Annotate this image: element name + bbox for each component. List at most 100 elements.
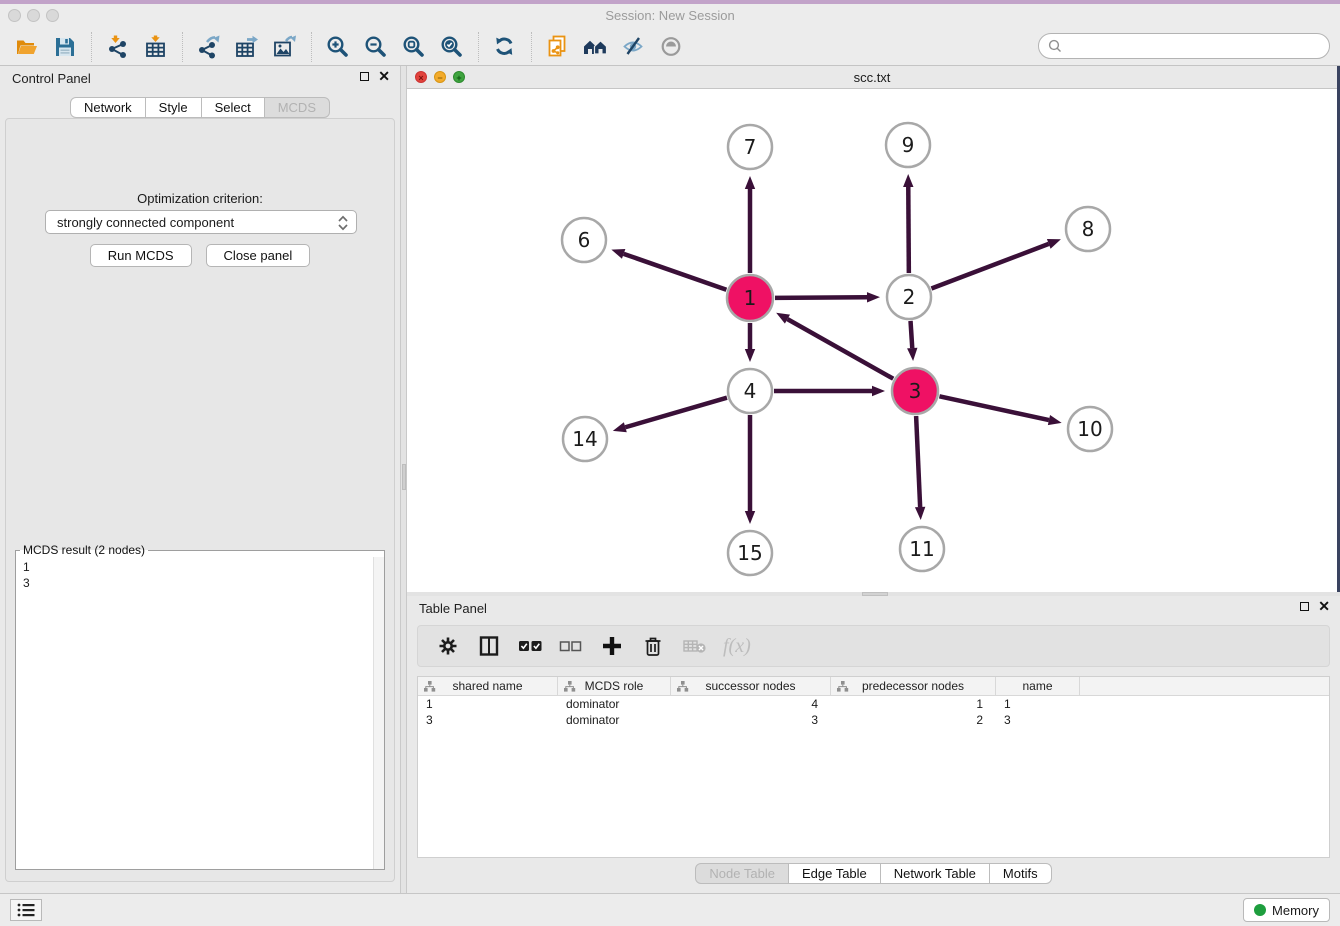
table-row[interactable]: 1dominator411 [418, 696, 1329, 712]
graph-edge-1-2[interactable] [775, 297, 867, 298]
tab-network[interactable]: Network [70, 97, 146, 118]
close-panel-button[interactable]: Close panel [206, 244, 311, 267]
import-network-icon [105, 34, 131, 60]
table-header-row: shared nameMCDS rolesuccessor nodesprede… [418, 677, 1329, 696]
network-canvas[interactable]: 7968124314101511 [407, 90, 1337, 592]
criterion-select[interactable]: strongly connected component [45, 210, 357, 234]
memory-label: Memory [1272, 903, 1319, 918]
show-all-button[interactable] [653, 31, 691, 63]
run-mcds-button[interactable]: Run MCDS [90, 244, 192, 267]
network-window-titlebar: × − + scc.txt [407, 66, 1337, 89]
optimization-criterion-label: Optimization criterion: [6, 191, 394, 206]
column-header-predecessor-nodes[interactable]: predecessor nodes [831, 677, 996, 695]
edge-arrowhead [1048, 415, 1062, 425]
tab-style[interactable]: Style [145, 97, 202, 118]
import-table-button[interactable] [137, 31, 175, 63]
zoom-out-icon [363, 34, 389, 60]
float-panel-icon[interactable] [360, 72, 369, 81]
zoom-in-button[interactable] [319, 31, 357, 63]
table-cell: 3 [996, 713, 1080, 727]
memory-button[interactable]: Memory [1243, 898, 1330, 922]
plus-icon [601, 635, 623, 657]
open-session-button[interactable] [8, 31, 46, 63]
splitter-handle[interactable] [402, 464, 406, 490]
hide-selected-button[interactable] [615, 31, 653, 63]
table-tab-motifs[interactable]: Motifs [989, 863, 1052, 884]
search-box[interactable] [1038, 33, 1330, 59]
graph-edge-1-6[interactable] [624, 254, 727, 290]
graph-edge-3-10[interactable] [939, 396, 1049, 420]
graph-edge-2-8[interactable] [931, 244, 1048, 289]
graph-node-label: 15 [737, 541, 762, 565]
show-columns-button[interactable] [477, 634, 501, 658]
table-tab-node-table[interactable]: Node Table [695, 863, 789, 884]
graph-edge-2-3[interactable] [911, 321, 913, 348]
graph-edge-4-14[interactable] [625, 398, 727, 428]
export-image-button[interactable] [266, 31, 304, 63]
zoom-selected-button[interactable] [433, 31, 471, 63]
tab-mcds[interactable]: MCDS [264, 97, 330, 118]
zoom-fit-button[interactable] [395, 31, 433, 63]
table-mode-button[interactable] [436, 634, 460, 658]
edge-arrowhead [613, 422, 627, 432]
zoom-out-button[interactable] [357, 31, 395, 63]
edge-arrowhead [745, 176, 755, 189]
table-cell: 1 [996, 697, 1080, 711]
task-history-button[interactable] [10, 899, 42, 921]
import-network-button[interactable] [99, 31, 137, 63]
close-panel-icon[interactable]: ✕ [1318, 601, 1330, 612]
tab-select[interactable]: Select [201, 97, 265, 118]
search-input[interactable] [1063, 36, 1329, 56]
function-builder-button[interactable]: f(x) [723, 635, 751, 658]
network-view-title: scc.txt [407, 70, 1337, 85]
mcds-result-text[interactable]: 1 3 [16, 557, 372, 869]
column-header-shared-name[interactable]: shared name [418, 677, 558, 695]
select-all-columns-button[interactable] [518, 634, 542, 658]
trash-icon [642, 635, 664, 657]
edge-arrowhead [867, 292, 880, 302]
table-cell: dominator [558, 697, 671, 711]
table-toolbar: f(x) [417, 625, 1330, 667]
delete-columns-button[interactable] [641, 634, 665, 658]
edge-arrowhead [1047, 239, 1061, 249]
export-table-icon [234, 34, 260, 60]
column-header-MCDS-role[interactable]: MCDS role [558, 677, 671, 695]
create-column-button[interactable] [600, 634, 624, 658]
go-home-button[interactable] [577, 31, 615, 63]
edge-arrowhead [915, 507, 925, 520]
column-header-successor-nodes[interactable]: successor nodes [671, 677, 831, 695]
import-table-icon [143, 34, 169, 60]
graph-edge-2-9[interactable] [908, 187, 909, 273]
table-cell: 4 [671, 697, 831, 711]
column-header-name[interactable]: name [996, 677, 1080, 695]
graph-node-label: 1 [744, 286, 757, 310]
table-row[interactable]: 3dominator323 [418, 712, 1329, 728]
zoom-selected-icon [439, 34, 465, 60]
panel-splitter-vertical[interactable] [400, 66, 407, 893]
graph-node-label: 7 [744, 135, 757, 159]
toolbar-separator [182, 32, 183, 62]
export-table-button[interactable] [228, 31, 266, 63]
float-panel-icon[interactable] [1300, 602, 1309, 611]
deselect-all-columns-button[interactable] [559, 634, 583, 658]
columns-icon [478, 635, 500, 657]
table-panel-header: Table Panel ✕ [407, 596, 1340, 620]
apply-layout-button[interactable] [486, 31, 524, 63]
close-panel-icon[interactable]: ✕ [378, 71, 390, 82]
new-network-from-selection-button[interactable] [539, 31, 577, 63]
edge-arrowhead [907, 348, 917, 361]
list-icon [16, 901, 36, 919]
delete-table-icon [682, 635, 706, 657]
table-tab-network-table[interactable]: Network Table [880, 863, 990, 884]
graph-edge-3-11[interactable] [916, 416, 920, 507]
control-panel-title: Control Panel [12, 71, 91, 86]
export-network-button[interactable] [190, 31, 228, 63]
table-tab-edge-table[interactable]: Edge Table [788, 863, 881, 884]
toolbar-separator [91, 32, 92, 62]
double-home-icon [582, 34, 610, 60]
result-scrollbar[interactable] [373, 557, 384, 869]
save-session-button[interactable] [46, 31, 84, 63]
graph-edge-3-1[interactable] [787, 319, 893, 379]
network-view-window: × − + scc.txt 7968124314101511 [407, 66, 1340, 592]
delete-table-button[interactable] [682, 634, 706, 658]
